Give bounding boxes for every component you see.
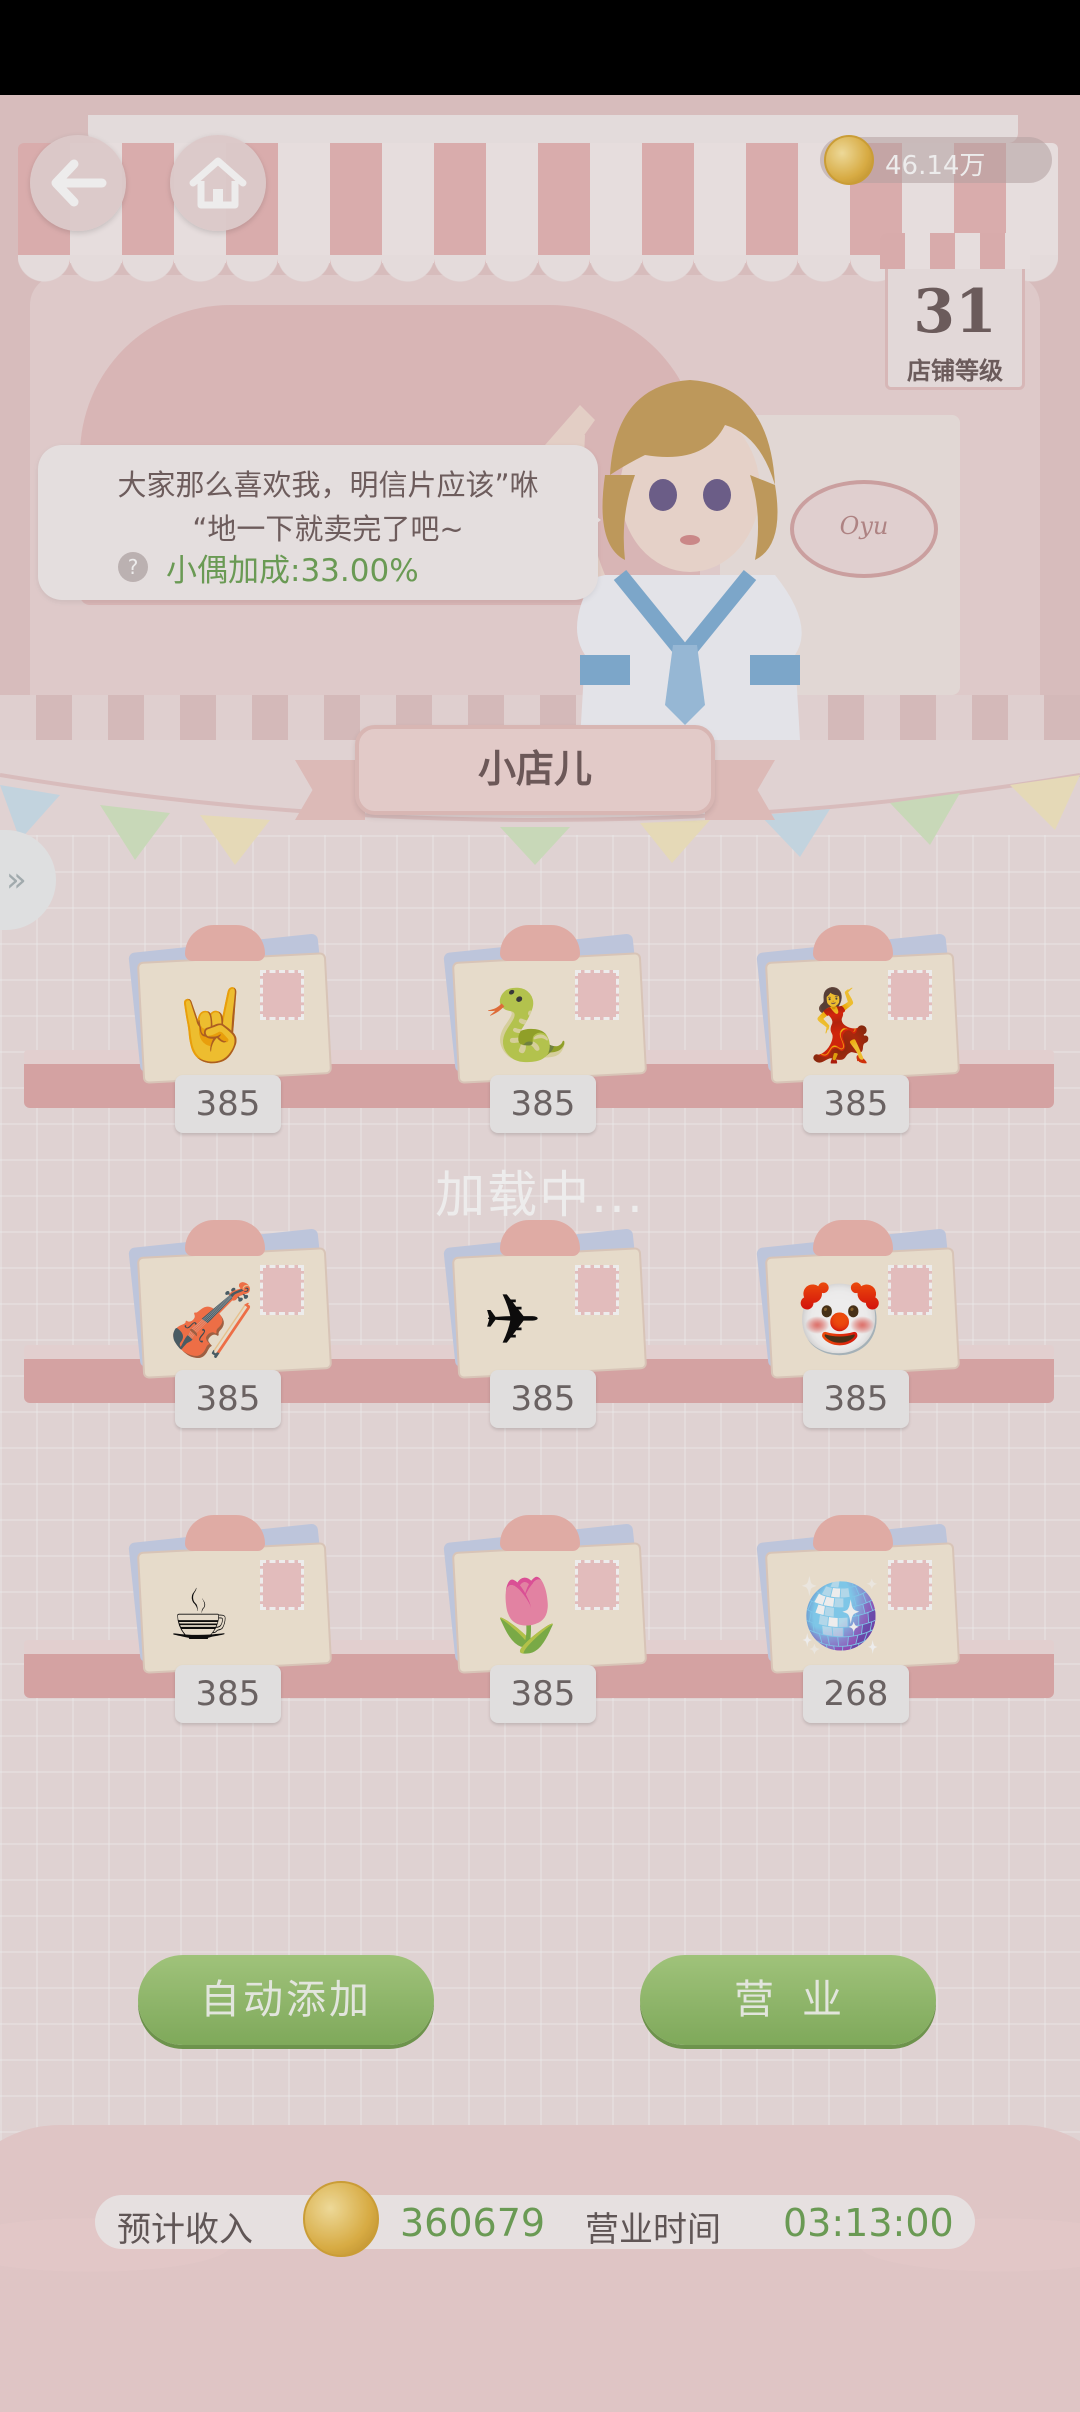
postcard-stack: 🌷: [425, 1515, 655, 1674]
double-chevron-right-icon: »: [6, 860, 27, 900]
expected-income-value: 360679: [400, 2201, 546, 2245]
dancer-doll-icon: 💃: [796, 984, 884, 1066]
home-icon: [189, 157, 247, 209]
rock-hand-icon: 🤘: [168, 984, 256, 1066]
back-arrow-icon: [51, 159, 107, 207]
shop-title-banner: 小店儿: [355, 725, 715, 815]
postcard-stack: 🐍: [425, 925, 655, 1084]
auto-add-button[interactable]: 自动添加: [138, 1955, 434, 2045]
snake-flute-icon: 🐍: [483, 984, 571, 1066]
dialogue-line-1: 大家那么喜欢我，明信片应该”咻: [117, 468, 539, 502]
dialogue-bubble: 大家那么喜欢我，明信片应该”咻 “地一下就卖完了吧~ ? 小偶加成:33.00%: [38, 445, 598, 600]
gold-coin-icon: [303, 2181, 379, 2257]
postcard-slot-7[interactable]: ☕ 385: [110, 1515, 340, 1723]
coin-amount: 46.14万: [885, 151, 986, 181]
postcard-stack: 🤡: [738, 1220, 968, 1379]
disco-ball-icon: 🪩: [796, 1574, 884, 1656]
violin-icon: 🎻: [168, 1279, 256, 1361]
teacup-cake-icon: ☕: [168, 1574, 231, 1656]
shop-level-badge[interactable]: 31 店铺等级: [880, 233, 1030, 390]
price-tag: 268: [803, 1665, 909, 1723]
postcard-stack: 🎻: [110, 1220, 340, 1379]
business-time-label: 营业时间: [585, 2210, 721, 2250]
postcard-slot-2[interactable]: 🐍 385: [425, 925, 655, 1133]
postcard-stack: 🤘: [110, 925, 340, 1084]
coin-balance[interactable]: 46.14万: [820, 135, 1052, 185]
postcard-slot-8[interactable]: 🌷 385: [425, 1515, 655, 1723]
price-tag: 385: [490, 1075, 596, 1133]
price-tag: 385: [490, 1370, 596, 1428]
postcard-stack: ☕: [110, 1515, 340, 1674]
postcard-slot-4[interactable]: 🎻 385: [110, 1220, 340, 1428]
expected-income-label: 预计收入: [117, 2210, 253, 2250]
shop-level-label: 店铺等级: [907, 356, 1003, 385]
price-tag: 385: [175, 1665, 281, 1723]
income-bar: 预计收入 360679 营业时间 03:13:00: [95, 2181, 975, 2257]
loading-indicator: 加载中...: [435, 1166, 645, 1224]
back-button[interactable]: [30, 135, 126, 231]
home-button[interactable]: [170, 135, 266, 231]
postcard-slot-9[interactable]: 🪩 268: [738, 1515, 968, 1723]
shop-game-area: Oyu 46.14万 31 店铺等级 大家那么喜欢我，明信片应该”咻 “地一下就…: [0, 95, 1080, 2412]
open-business-button[interactable]: 营业: [640, 1955, 936, 2045]
postcard-slot-3[interactable]: 💃 385: [738, 925, 968, 1133]
price-tag: 385: [175, 1370, 281, 1428]
screen: Oyu 46.14万 31 店铺等级 大家那么喜欢我，明信片应该”咻 “地一下就…: [0, 0, 1080, 2412]
bubble-tail: [575, 500, 601, 540]
cloud-footer: [0, 2125, 1080, 2412]
business-time-value: 03:13:00: [783, 2201, 954, 2245]
postcard-stack: ✈: [425, 1220, 655, 1379]
question-icon[interactable]: ?: [118, 552, 148, 582]
status-bar: [0, 0, 1080, 95]
bonus-row: ? 小偶加成:33.00%: [118, 545, 419, 589]
airplane-microscope-icon: ✈: [483, 1279, 542, 1361]
doll-bonus-text: 小偶加成:33.00%: [166, 552, 419, 589]
shop-level-number: 31: [913, 277, 997, 347]
price-tag: 385: [490, 1665, 596, 1723]
price-tag: 385: [175, 1075, 281, 1133]
clown-box-icon: 🤡: [796, 1279, 884, 1361]
gold-coin-icon: [824, 135, 874, 185]
watering-can-icon: 🌷: [483, 1574, 571, 1656]
postcard-stack: 🪩: [738, 1515, 968, 1674]
postcard-slot-6[interactable]: 🤡 385: [738, 1220, 968, 1428]
postcard-slot-5[interactable]: ✈ 385: [425, 1220, 655, 1428]
price-tag: 385: [803, 1075, 909, 1133]
price-tag: 385: [803, 1370, 909, 1428]
badge-roof: [880, 233, 1030, 269]
postcard-stack: 💃: [738, 925, 968, 1084]
postcard-slot-1[interactable]: 🤘 385: [110, 925, 340, 1133]
shop-title: 小店儿: [477, 746, 592, 791]
